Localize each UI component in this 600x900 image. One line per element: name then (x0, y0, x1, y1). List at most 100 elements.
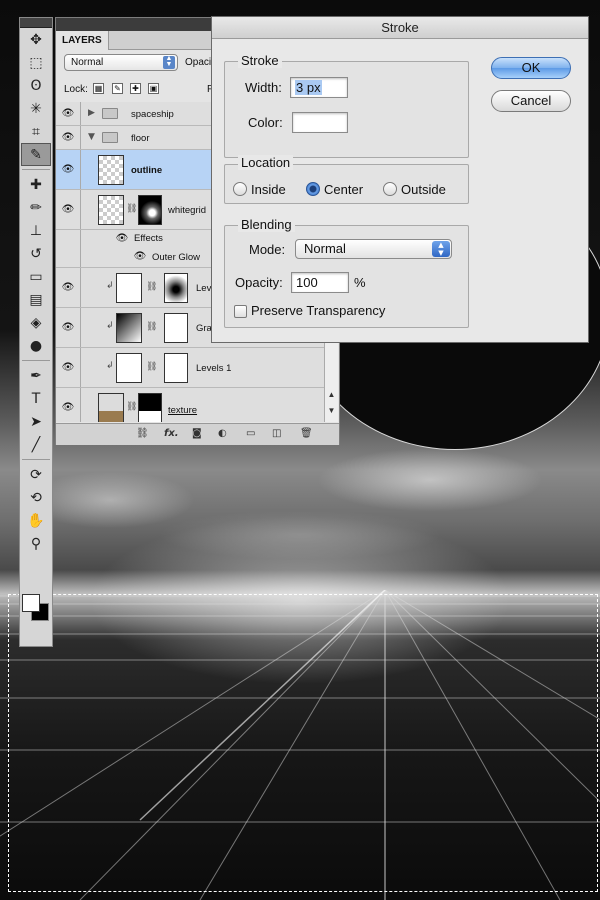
stroke-dialog: Stroke Stroke Width: 3 px Color: Locatio… (211, 16, 589, 343)
panel-grip[interactable] (20, 18, 52, 28)
foreground-color-swatch[interactable] (22, 594, 40, 612)
lasso-tool-icon[interactable]: ʘ (21, 74, 51, 97)
blending-group-title: Blending (238, 217, 295, 232)
scroll-down-icon[interactable]: ▼ (326, 406, 337, 415)
hand-tool-icon[interactable]: ✋ (21, 509, 51, 532)
eye-icon[interactable]: 👁 (60, 282, 76, 294)
layer-row-levels-1[interactable]: 👁 ↲ ⛓ Levels 1 (56, 348, 324, 388)
clip-arrow-icon: ↲ (106, 321, 114, 331)
layers-tab[interactable]: LAYERS (56, 31, 109, 50)
stamp-tool-icon[interactable]: ⊥ (21, 219, 51, 242)
radio-outside-label[interactable]: Outside (401, 182, 446, 197)
width-label: Width: (245, 80, 282, 95)
folder-icon (102, 108, 118, 119)
eye-icon[interactable]: 👁 (60, 164, 76, 176)
eraser-tool-icon[interactable]: ▭ (21, 265, 51, 288)
opacity-label: Opacity: (235, 275, 283, 290)
pen-tool-icon[interactable]: ✒ (21, 364, 51, 387)
layer-mask-thumbnail (164, 273, 188, 303)
preserve-transparency-label[interactable]: Preserve Transparency (251, 303, 385, 318)
link-icon[interactable]: ⛓ (146, 322, 157, 332)
layers-footer: ⛓ fx. ◙ ◐ ▭ ◫ 🗑 (56, 423, 339, 445)
gradient-tool-icon[interactable]: ▤ (21, 288, 51, 311)
expand-triangle-icon[interactable]: ▶ (88, 108, 95, 118)
crop-tool-icon[interactable]: ⌗ (21, 120, 51, 143)
blur-tool-icon[interactable]: ◈ (21, 311, 51, 334)
3d-orbit-tool-icon[interactable]: ⟲ (21, 486, 51, 509)
brush-tool-icon[interactable]: ✏ (21, 196, 51, 219)
zoom-tool-icon[interactable]: ⚲ (21, 532, 51, 555)
healing-tool-icon[interactable]: ✚ (21, 173, 51, 196)
radio-center-label[interactable]: Center (324, 182, 363, 197)
history-brush-tool-icon[interactable]: ↺ (21, 242, 51, 265)
line-tool-icon[interactable]: ╱ (21, 433, 51, 456)
layer-mask-thumbnail (138, 393, 162, 422)
tools-panel: ✥ ⬚ ʘ ✳ ⌗ ✎ ✚ ✏ ⊥ ↺ ▭ ▤ ◈ ● ✒ T ➤ ╱ ⟳ ⟲ … (19, 17, 53, 647)
radio-center[interactable] (306, 182, 320, 196)
clip-arrow-icon: ↲ (106, 361, 114, 371)
eye-icon[interactable]: 👁 (60, 322, 76, 334)
stroke-color-swatch[interactable] (292, 112, 348, 133)
type-tool-icon[interactable]: T (21, 387, 51, 410)
radio-outside[interactable] (383, 182, 397, 196)
scroll-up-icon[interactable]: ▲ (326, 390, 337, 399)
new-layer-icon[interactable]: ◫ (272, 428, 281, 439)
layer-opacity-label: Opacit (185, 57, 214, 68)
width-field[interactable]: 3 px (290, 77, 348, 98)
layer-row-texture[interactable]: 👁 ⛓ texture (56, 388, 324, 422)
lock-label: Lock: (64, 84, 88, 95)
3d-rotate-tool-icon[interactable]: ⟳ (21, 463, 51, 486)
link-icon[interactable]: ⛓ (126, 402, 137, 412)
blend-mode-select[interactable]: Normal ▲ ▼ (64, 54, 178, 71)
adjustment-layer-icon[interactable]: ◐ (218, 428, 227, 439)
effects-label: Effects (134, 233, 163, 244)
radio-inside-label[interactable]: Inside (251, 182, 286, 197)
layer-thumbnail (98, 393, 124, 422)
row-divider (80, 102, 81, 125)
eye-icon[interactable]: 👁 (60, 108, 76, 120)
cancel-button[interactable]: Cancel (491, 90, 571, 112)
link-icon[interactable]: ⛓ (126, 204, 137, 214)
eye-icon[interactable]: 👁 (132, 251, 148, 263)
move-tool-icon[interactable]: ✥ (21, 28, 51, 51)
layer-name: floor (131, 133, 150, 144)
lock-pixels-icon[interactable]: ✎ (112, 83, 123, 94)
eye-icon[interactable]: 👁 (60, 402, 76, 414)
ok-button[interactable]: OK (491, 57, 571, 79)
link-layers-icon[interactable]: ⛓ (136, 428, 149, 439)
row-divider (80, 268, 81, 307)
lock-all-icon[interactable]: ▣ (148, 83, 159, 94)
preserve-transparency-checkbox[interactable] (234, 305, 247, 318)
eye-icon[interactable]: 👁 (114, 233, 130, 245)
link-icon[interactable]: ⛓ (146, 282, 157, 292)
color-label: Color: (248, 115, 283, 130)
new-group-icon[interactable]: ▭ (246, 428, 255, 439)
link-icon[interactable]: ⛓ (146, 362, 157, 372)
folder-icon (102, 132, 118, 143)
row-divider (80, 190, 81, 229)
marching-ants-selection (8, 594, 598, 892)
add-mask-icon[interactable]: ◙ (192, 428, 202, 439)
eye-icon[interactable]: 👁 (60, 362, 76, 374)
opacity-field[interactable]: 100 (291, 272, 349, 293)
tool-separator (22, 169, 50, 170)
lock-position-icon[interactable]: ✚ (130, 83, 141, 94)
layer-mask-thumbnail (164, 313, 188, 343)
blend-mode-dropdown[interactable]: Normal ▲ ▼ (295, 239, 452, 259)
layer-name: texture (168, 405, 198, 416)
radio-inside[interactable] (233, 182, 247, 196)
path-select-tool-icon[interactable]: ➤ (21, 410, 51, 433)
trash-icon[interactable]: 🗑 (300, 428, 313, 439)
clip-arrow-icon: ↲ (106, 281, 114, 291)
marquee-tool-icon[interactable]: ⬚ (21, 51, 51, 74)
magic-wand-tool-icon[interactable]: ✳ (21, 97, 51, 120)
lock-transparency-icon[interactable]: ▦ (93, 83, 104, 94)
eyedropper-tool-icon[interactable]: ✎ (21, 143, 51, 166)
eye-icon[interactable]: 👁 (60, 132, 76, 144)
eye-icon[interactable]: 👁 (60, 204, 76, 216)
fx-icon[interactable]: fx. (164, 428, 179, 439)
dialog-title[interactable]: Stroke (212, 17, 588, 39)
collapse-triangle-icon[interactable]: ▼ (88, 132, 95, 142)
tool-separator (22, 459, 50, 460)
dodge-tool-icon[interactable]: ● (21, 334, 51, 357)
